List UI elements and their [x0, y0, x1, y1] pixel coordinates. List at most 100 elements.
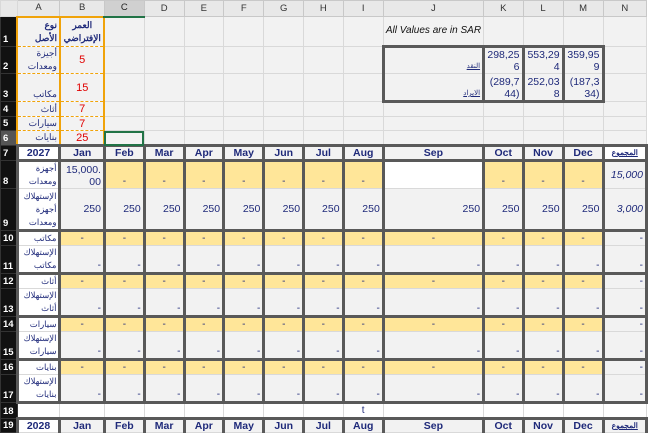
cell-H7[interactable]: Jul	[302, 144, 345, 162]
cell-M17[interactable]: -	[561, 374, 605, 404]
cell-M11[interactable]: -	[561, 245, 605, 274]
cell-A7[interactable]: 2027	[15, 144, 62, 162]
cell-J18[interactable]	[382, 402, 485, 419]
cell-I1[interactable]	[342, 16, 384, 47]
cell-J12[interactable]: -	[381, 272, 486, 289]
cell-N13[interactable]: -	[601, 288, 648, 317]
cell-M3[interactable]: (187,334)	[561, 73, 605, 103]
cell-C10[interactable]: -	[102, 229, 146, 246]
cell-K11[interactable]: -	[482, 245, 525, 274]
cell-J1[interactable]: All Values are in SAR	[382, 16, 485, 47]
cell-C4[interactable]	[103, 101, 145, 117]
cell-N8[interactable]: 15,000	[601, 159, 648, 189]
cell-J3[interactable]: الايراد	[381, 73, 486, 103]
cell-H18[interactable]	[303, 402, 344, 419]
cell-C7[interactable]: Feb	[102, 144, 146, 162]
column-header-H[interactable]: H	[303, 0, 344, 17]
cell-B3[interactable]: 15	[58, 73, 106, 102]
cell-D9[interactable]: 250	[142, 188, 186, 231]
cell-N3[interactable]	[602, 73, 647, 102]
cell-J16[interactable]: -	[381, 358, 486, 375]
cell-E3[interactable]	[183, 73, 225, 102]
cell-E2[interactable]	[183, 46, 225, 74]
cell-K3[interactable]: (289,744)	[482, 73, 525, 103]
cell-C14[interactable]: -	[102, 315, 146, 332]
cell-M9[interactable]: 250	[561, 188, 605, 231]
column-header-N[interactable]: N	[602, 0, 647, 17]
cell-F10[interactable]: -	[222, 229, 266, 246]
cell-G11[interactable]: -	[262, 245, 306, 274]
cell-K12[interactable]: -	[482, 272, 525, 289]
cell-H15[interactable]: -	[302, 331, 345, 360]
cell-E18[interactable]	[183, 402, 225, 419]
row-header-4[interactable]: 4	[0, 101, 18, 117]
cell-B1[interactable]: العمر الإفتراضي	[58, 15, 106, 47]
cell-E9[interactable]: 250	[182, 188, 226, 231]
row-header-16[interactable]: 16	[0, 359, 18, 375]
cell-B11[interactable]: -	[58, 245, 106, 274]
column-header-L[interactable]: L	[522, 0, 564, 17]
cell-N14[interactable]: -	[601, 315, 648, 332]
cell-M8[interactable]: -	[561, 159, 605, 189]
cell-F12[interactable]: -	[222, 272, 266, 289]
row-header-14[interactable]: 14	[0, 316, 18, 332]
cell-E17[interactable]: -	[182, 374, 226, 404]
cell-A19[interactable]: 2028	[15, 417, 62, 433]
cell-A15[interactable]: الإستهلاك سيارات	[15, 331, 62, 360]
column-header-A[interactable]: A	[16, 0, 61, 17]
cell-J2[interactable]: النقد	[381, 45, 486, 74]
column-header-B[interactable]: B	[59, 0, 105, 17]
cell-H8[interactable]: -	[302, 159, 345, 189]
cell-E12[interactable]: -	[182, 272, 226, 289]
cell-N10[interactable]: -	[601, 229, 648, 246]
cell-M10[interactable]: -	[561, 229, 605, 246]
cell-C11[interactable]: -	[102, 245, 146, 274]
cell-C17[interactable]: -	[102, 374, 146, 404]
cell-F18[interactable]	[223, 402, 265, 419]
cell-B9[interactable]: 250	[58, 188, 106, 231]
cell-J14[interactable]: -	[381, 315, 486, 332]
cell-L1[interactable]	[522, 16, 564, 47]
cell-G7[interactable]: Jun	[262, 144, 306, 162]
column-header-M[interactable]: M	[562, 0, 604, 17]
cell-C13[interactable]: -	[102, 288, 146, 317]
cell-K17[interactable]: -	[482, 374, 525, 404]
cell-I18[interactable]: t	[342, 402, 384, 419]
row-header-3[interactable]: 3	[0, 73, 18, 102]
cell-K14[interactable]: -	[482, 315, 525, 332]
spreadsheet-grid[interactable]: A B C D E F G H I J K L M N 1 نوع الأصل العمر الإفتراضي A…	[0, 0, 648, 433]
row-header-10[interactable]: 10	[0, 230, 18, 246]
cell-H11[interactable]: -	[302, 245, 345, 274]
cell-D3[interactable]	[143, 73, 185, 102]
cell-F16[interactable]: -	[222, 358, 266, 375]
cell-M19[interactable]: Dec	[561, 417, 605, 433]
cell-G18[interactable]	[263, 402, 305, 419]
column-header-F[interactable]: F	[223, 0, 265, 17]
cell-A9[interactable]: الإستهلاك أجهزة ومعدات	[15, 188, 62, 231]
cell-B7[interactable]: Jan	[58, 144, 106, 162]
cell-F11[interactable]: -	[222, 245, 266, 274]
cell-G3[interactable]	[263, 73, 305, 102]
cell-D14[interactable]: -	[142, 315, 186, 332]
cell-I17[interactable]: -	[341, 374, 385, 404]
cell-H9[interactable]: 250	[302, 188, 345, 231]
cell-H12[interactable]: -	[302, 272, 345, 289]
row-header-11[interactable]: 11	[0, 245, 18, 274]
cell-K8[interactable]: -	[482, 159, 525, 189]
cell-M5[interactable]	[562, 116, 604, 131]
cell-B6[interactable]: 25	[58, 130, 106, 147]
cell-G8[interactable]: -	[262, 159, 306, 189]
cell-A12[interactable]: أثاث	[15, 272, 62, 289]
cell-G16[interactable]: -	[262, 358, 306, 375]
cell-L11[interactable]: -	[521, 245, 565, 274]
cell-K9[interactable]: 250	[482, 188, 525, 231]
cell-D19[interactable]: Mar	[142, 417, 186, 433]
cell-H13[interactable]: -	[302, 288, 345, 317]
cell-B18[interactable]	[59, 402, 105, 419]
cell-K4[interactable]	[483, 101, 524, 117]
cell-H10[interactable]: -	[302, 229, 345, 246]
cell-N6[interactable]	[602, 130, 647, 146]
cell-L4[interactable]	[522, 101, 564, 117]
cell-D18[interactable]	[143, 402, 185, 419]
cell-E11[interactable]: -	[182, 245, 226, 274]
